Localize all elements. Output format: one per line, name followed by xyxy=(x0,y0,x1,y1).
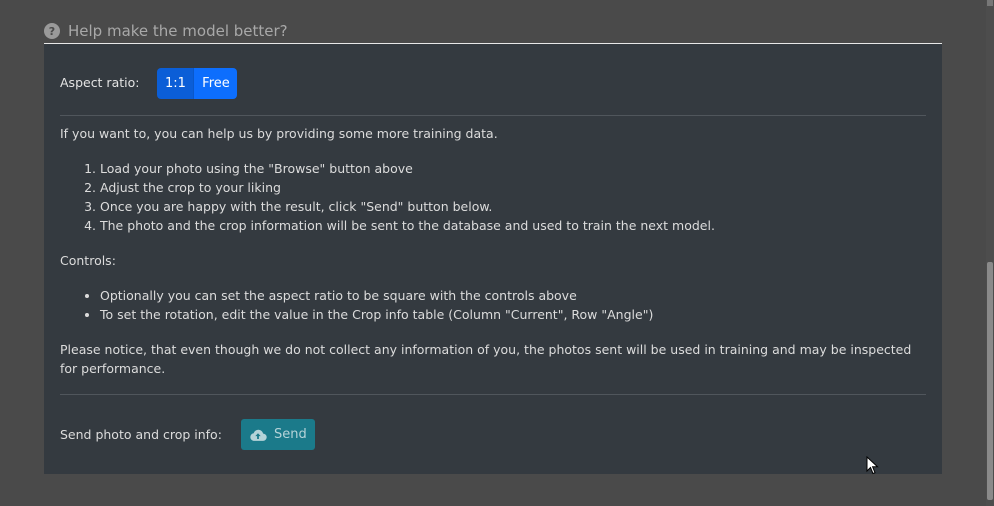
controls-list-wrapper: Optionally you can set the aspect ratio … xyxy=(60,286,926,324)
steps-list-wrapper: Load your photo using the "Browse" butto… xyxy=(60,159,926,235)
list-item: The photo and the crop information will … xyxy=(100,216,926,235)
list-item: Optionally you can set the aspect ratio … xyxy=(100,286,926,305)
intro-text: If you want to, you can help us by provi… xyxy=(60,126,498,141)
question-circle-icon: ? xyxy=(44,23,60,39)
send-button-label: Send xyxy=(274,427,307,442)
divider xyxy=(60,394,926,395)
controls-heading: Controls: xyxy=(60,253,116,268)
list-item: To set the rotation, edit the value in t… xyxy=(100,305,926,324)
scroll-up-arrow[interactable] xyxy=(987,0,993,6)
send-button[interactable]: Send xyxy=(240,419,315,450)
aspect-ratio-toggle: 1:1 Free xyxy=(157,68,238,99)
section-title: Help make the model better? xyxy=(68,21,288,40)
page: ? Help make the model better? Aspect rat… xyxy=(0,0,994,506)
mouse-cursor-icon xyxy=(866,456,879,475)
aspect-ratio-label: Aspect ratio: xyxy=(60,74,140,90)
scrollbar-thumb[interactable] xyxy=(987,262,993,500)
steps-list: Load your photo using the "Browse" butto… xyxy=(60,159,926,235)
send-row: Send photo and crop info: Send xyxy=(60,419,315,450)
notice-text: Please notice, that even though we do no… xyxy=(60,342,912,376)
list-item: Adjust the crop to your liking xyxy=(100,178,926,197)
list-item: Once you are happy with the result, clic… xyxy=(100,197,926,216)
divider xyxy=(60,115,926,116)
aspect-option-free[interactable]: Free xyxy=(194,68,238,99)
send-label: Send photo and crop info: xyxy=(60,427,222,442)
controls-list: Optionally you can set the aspect ratio … xyxy=(60,286,926,324)
vertical-scrollbar[interactable] xyxy=(986,0,994,506)
cloud-upload-icon xyxy=(250,429,267,441)
help-panel: Aspect ratio: 1:1 Free If you want to, y… xyxy=(44,44,942,474)
section-header[interactable]: ? Help make the model better? xyxy=(44,18,942,44)
list-item: Load your photo using the "Browse" butto… xyxy=(100,159,926,178)
aspect-option-square[interactable]: 1:1 xyxy=(157,68,195,99)
aspect-ratio-row: Aspect ratio: 1:1 Free xyxy=(60,68,238,99)
